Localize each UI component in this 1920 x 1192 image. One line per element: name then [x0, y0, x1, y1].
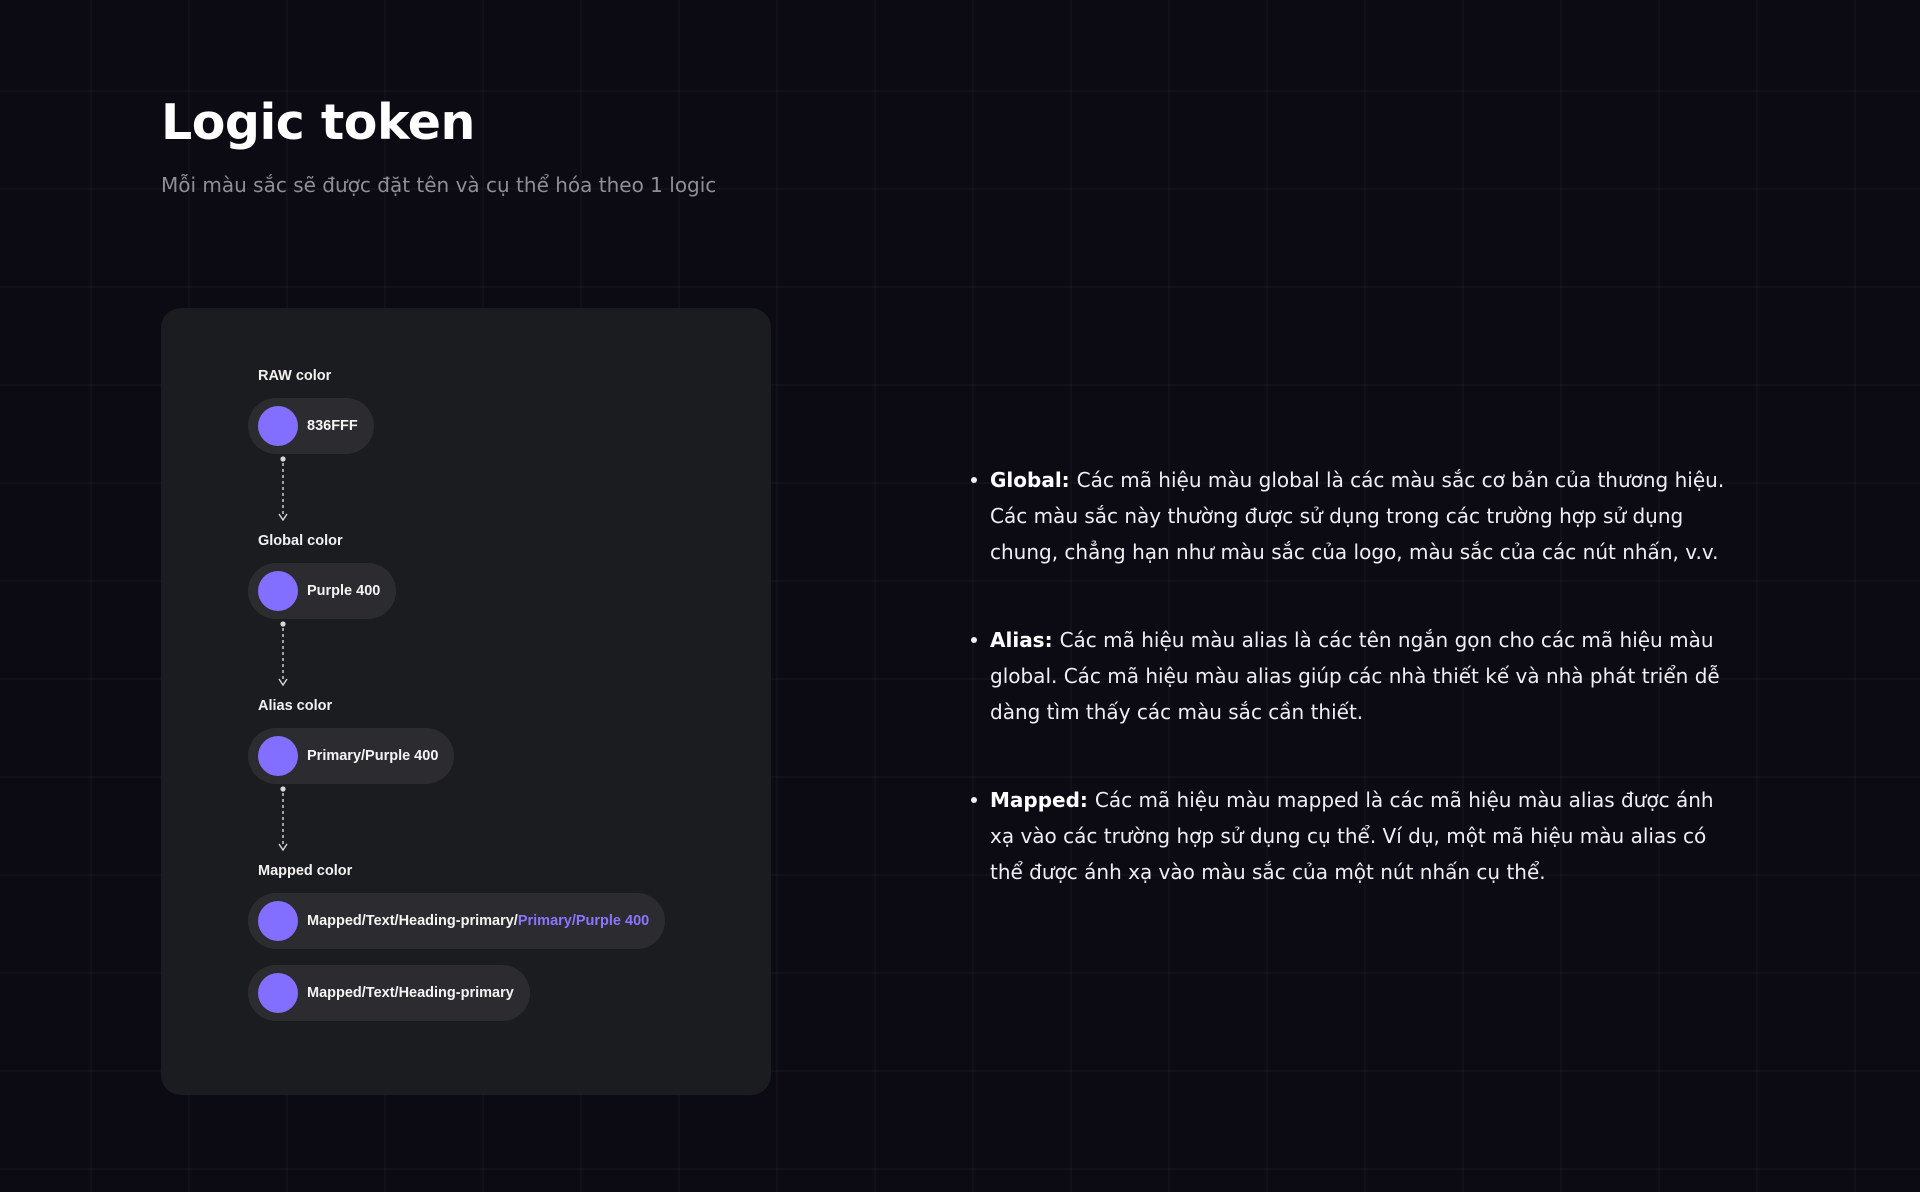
- raw-color-group: RAW color 836FFF: [248, 366, 374, 454]
- description-item-global: Global: Các mã hiệu màu global là các mà…: [966, 462, 1736, 570]
- connector-arrow-2: [278, 621, 288, 687]
- global-color-chip: Purple 400: [248, 563, 397, 619]
- dashed-arrow-icon: [278, 786, 288, 852]
- description-term: Mapped:: [990, 788, 1095, 812]
- bullet-icon: [971, 797, 977, 803]
- alias-color-chip: Primary/Purple 400: [248, 728, 455, 784]
- alias-color-label: Alias color: [258, 698, 333, 714]
- mapped-color-chip-full: Mapped/Text/Heading-primary/Primary/Purp…: [248, 893, 666, 949]
- mapped-color-group: Mapped color Mapped/Text/Heading-primary…: [248, 861, 666, 1021]
- global-color-group: Global color Purple 400: [248, 531, 397, 619]
- connector-arrow-1: [278, 456, 288, 522]
- description-term: Global:: [990, 468, 1077, 492]
- mapped-color-label: Mapped color: [258, 863, 353, 879]
- bullet-icon: [971, 477, 977, 483]
- description-text: Các mã hiệu màu alias là các tên ngắn gọ…: [990, 628, 1720, 724]
- raw-color-chip: 836FFF: [248, 398, 374, 454]
- dashed-arrow-icon: [278, 456, 288, 522]
- alias-color-value: Primary/Purple 400: [307, 748, 439, 764]
- description-item-alias: Alias: Các mã hiệu màu alias là các tên …: [966, 622, 1736, 730]
- description-text: Các mã hiệu màu mapped là các mã hiệu mà…: [990, 788, 1714, 884]
- page-title: Logic token: [161, 94, 475, 151]
- header: Logic token Mỗi màu sắc sẽ được đặt tên …: [161, 92, 716, 198]
- dashed-arrow-icon: [278, 621, 288, 687]
- global-color-label: Global color: [258, 533, 343, 549]
- page-subtitle: Mỗi màu sắc sẽ được đặt tên và cụ thể hó…: [161, 173, 717, 197]
- mapped-color-value-short: Mapped/Text/Heading-primary: [307, 985, 514, 1001]
- mapped-path-prefix: Mapped/Text/Heading-primary/: [307, 913, 518, 929]
- global-color-value: Purple 400: [307, 583, 381, 599]
- description-term: Alias:: [990, 628, 1060, 652]
- token-chain-card: RAW color 836FFF Global color Purple 400…: [161, 308, 771, 1095]
- mapped-color-chip-short: Mapped/Text/Heading-primary: [248, 965, 530, 1021]
- description-text: Các mã hiệu màu global là các màu sắc cơ…: [990, 468, 1725, 564]
- color-swatch: [258, 571, 298, 611]
- raw-color-value: 836FFF: [307, 418, 358, 434]
- raw-color-label: RAW color: [258, 368, 332, 384]
- alias-color-group: Alias color Primary/Purple 400: [248, 696, 455, 784]
- bullet-icon: [971, 637, 977, 643]
- connector-arrow-3: [278, 786, 288, 852]
- mapped-color-value-full: Mapped/Text/Heading-primary/Primary/Purp…: [307, 913, 649, 929]
- color-swatch: [258, 736, 298, 776]
- mapped-alias-reference: Primary/Purple 400: [517, 913, 650, 929]
- color-swatch: [258, 901, 298, 941]
- description-item-mapped: Mapped: Các mã hiệu màu mapped là các mã…: [966, 782, 1736, 890]
- color-swatch: [258, 973, 298, 1013]
- color-swatch: [258, 406, 298, 446]
